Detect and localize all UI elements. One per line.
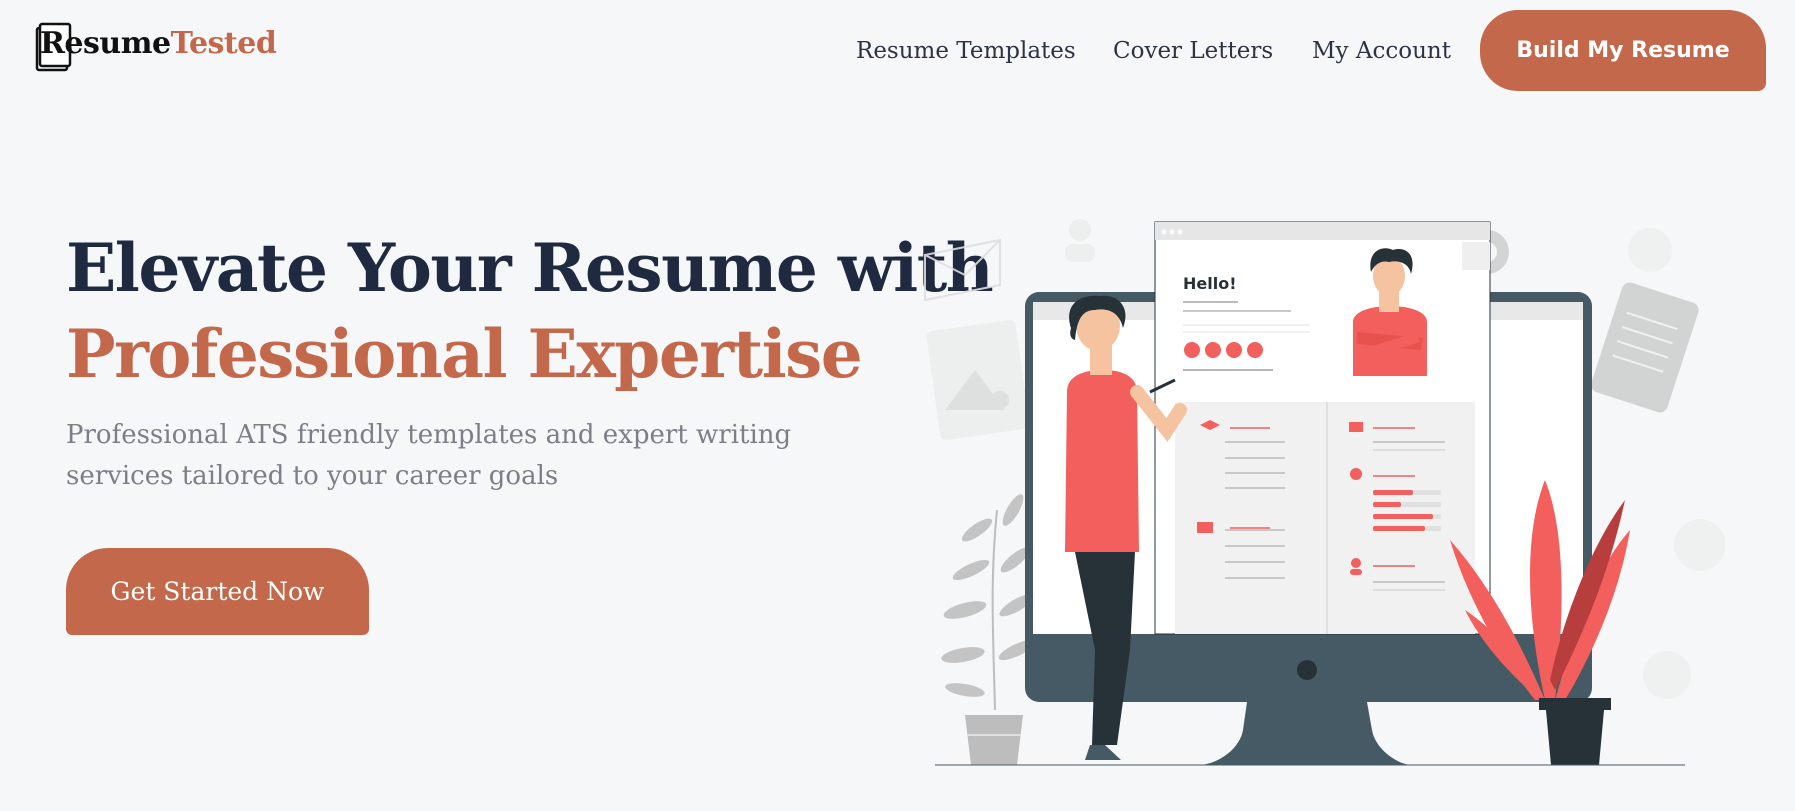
user-silhouette-icon (1069, 219, 1091, 241)
instagram-icon (1226, 342, 1242, 358)
google-plus-icon (1205, 342, 1221, 358)
monitor-icon (1197, 522, 1213, 533)
logo-wordmark: ResumeTested (40, 26, 277, 61)
hero-illustration: Hello! (924, 219, 1725, 766)
user-icon (1351, 558, 1361, 568)
nav-resume-templates[interactable]: Resume Templates (856, 38, 1076, 64)
monitor-camera (1297, 660, 1317, 680)
hero-title: Elevate Your Resume with Professional Ex… (66, 225, 994, 397)
left-plant (941, 494, 1036, 765)
plant-pot (965, 715, 1023, 765)
build-my-resume-button[interactable]: Build My Resume (1480, 10, 1766, 91)
plant-pot (1546, 710, 1604, 765)
resume-document: Hello! (1154, 221, 1491, 635)
hero-title-line-1: Elevate Your Resume with (66, 229, 994, 307)
document-icon (1591, 282, 1699, 413)
logo-part-1: Resume (40, 26, 171, 61)
skills-icon (1350, 468, 1362, 480)
location-pin-icon (1628, 228, 1672, 272)
nav-cover-letters[interactable]: Cover Letters (1113, 38, 1273, 64)
logo-part-2: Tested (170, 26, 277, 61)
computer-icon (1349, 422, 1363, 432)
image-placeholder-icon (991, 391, 1009, 409)
nav-my-account[interactable]: My Account (1312, 38, 1451, 64)
plant-pot-rim (1539, 698, 1611, 710)
hero-subtitle: Professional ATS friendly templates and … (66, 420, 792, 491)
hero-title-line-2: Professional Expertise (66, 315, 863, 393)
resume-greeting: Hello! (1183, 274, 1237, 293)
get-started-button[interactable]: Get Started Now (66, 548, 369, 635)
facebook-icon (1184, 342, 1200, 358)
linkedin-icon (1247, 342, 1263, 358)
envelope-icon (924, 238, 1001, 302)
monitor-stand (1201, 702, 1410, 765)
